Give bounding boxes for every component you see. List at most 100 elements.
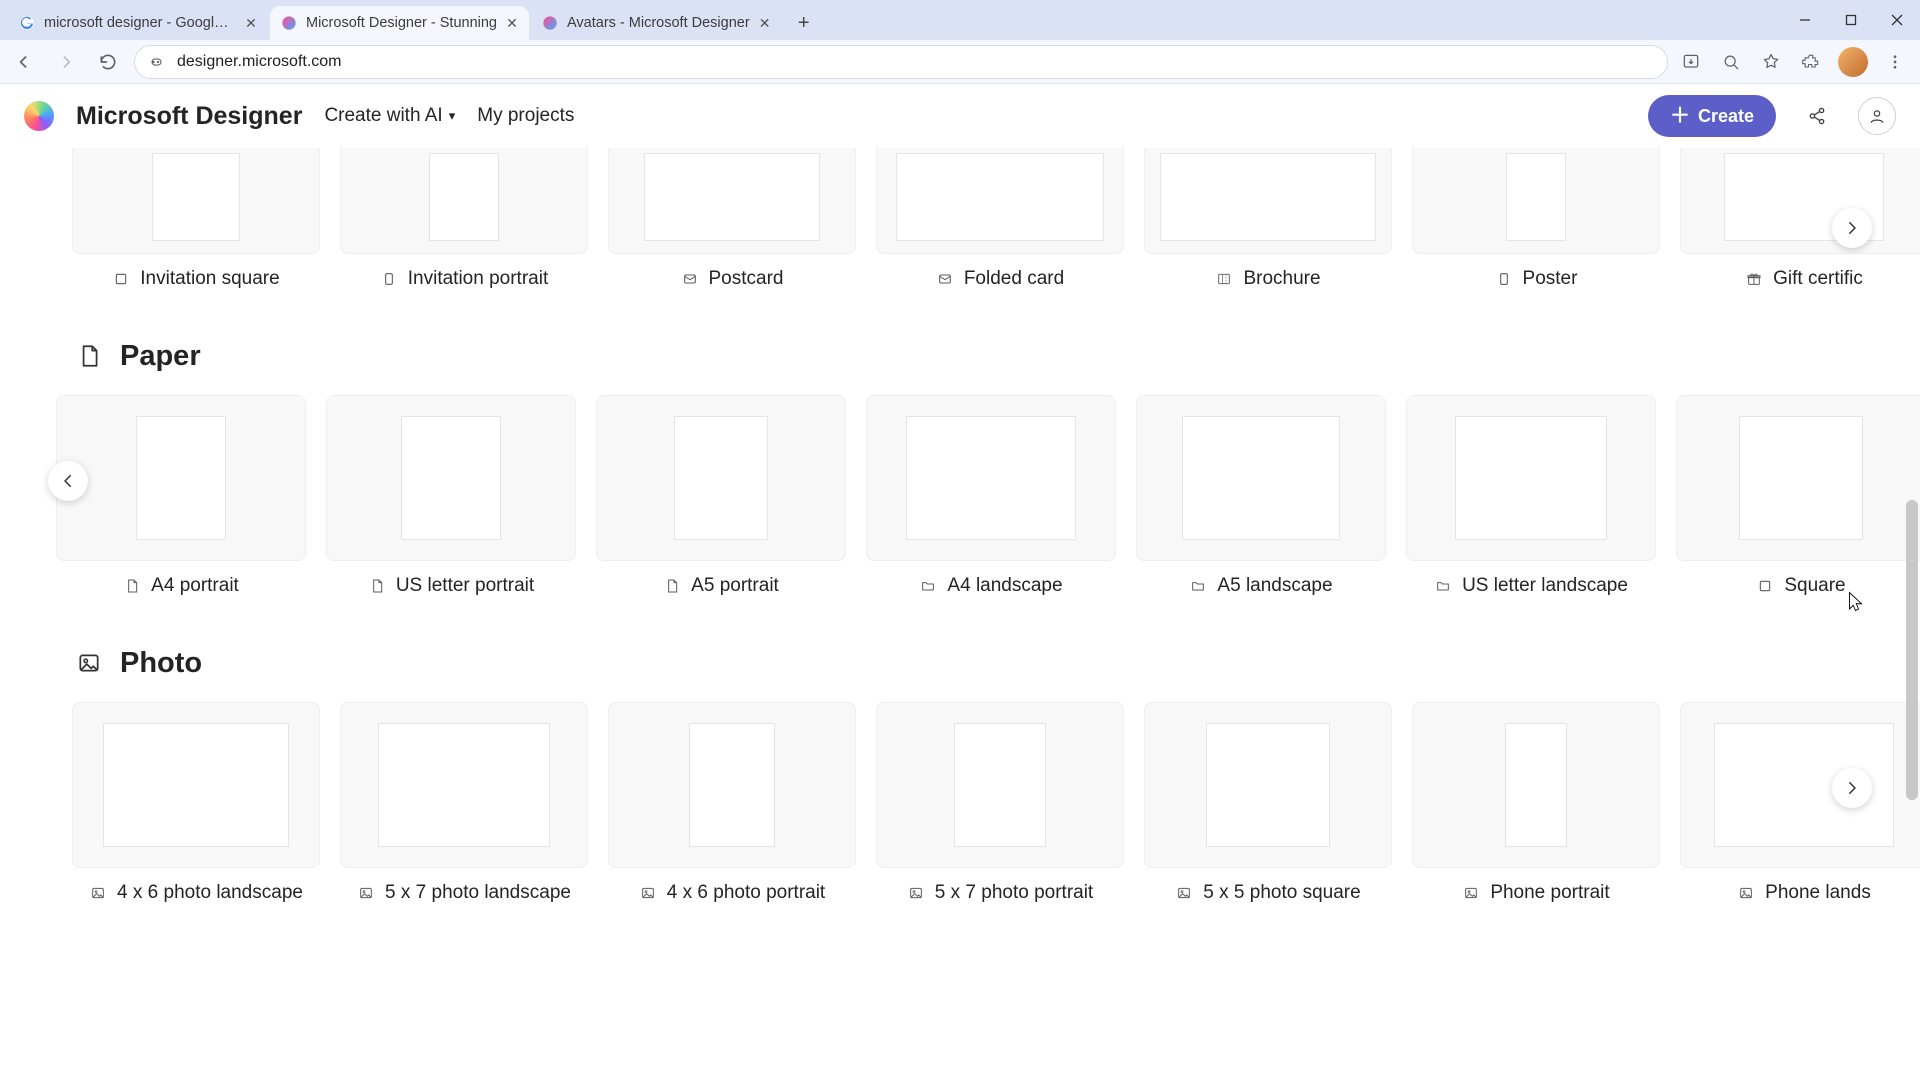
vertical-scrollbar[interactable]	[1906, 170, 1918, 990]
maximize-button[interactable]	[1828, 0, 1874, 40]
brand-name[interactable]: Microsoft Designer	[76, 102, 302, 131]
template-card[interactable]: US letter landscape	[1406, 395, 1656, 597]
new-tab-button[interactable]: +	[790, 9, 818, 37]
minimize-button[interactable]	[1782, 0, 1828, 40]
template-label: US letter portrait	[396, 575, 534, 597]
template-card[interactable]: A4 landscape	[866, 395, 1116, 597]
template-card[interactable]: 4 x 6 photo portrait	[608, 702, 856, 904]
thumbnail-page	[152, 153, 240, 241]
section-title-text: Photo	[120, 647, 202, 680]
template-label: Postcard	[709, 268, 784, 290]
close-icon[interactable]: ✕	[505, 16, 519, 30]
template-thumbnail	[1136, 395, 1386, 561]
thumbnail-page	[378, 723, 550, 847]
bookmark-icon[interactable]	[1758, 49, 1784, 75]
page-icon	[663, 577, 681, 595]
back-button[interactable]	[8, 46, 40, 78]
template-thumbnail	[340, 148, 588, 254]
site-info-icon[interactable]	[149, 53, 167, 71]
portrait-icon	[380, 270, 398, 288]
template-thumbnail	[56, 395, 306, 561]
template-caption: A5 portrait	[596, 575, 846, 597]
create-label: Create	[1698, 106, 1754, 127]
address-bar[interactable]: designer.microsoft.com	[134, 45, 1668, 79]
close-window-button[interactable]	[1874, 0, 1920, 40]
template-caption: 5 x 5 photo square	[1144, 882, 1392, 904]
image-icon	[1737, 884, 1755, 902]
create-button[interactable]: ＋ Create	[1648, 95, 1776, 137]
profile-avatar[interactable]	[1838, 47, 1868, 77]
template-card[interactable]: Square	[1676, 395, 1920, 597]
template-caption: 4 x 6 photo landscape	[72, 882, 320, 904]
thumbnail-page	[1160, 153, 1376, 241]
scrollbar-thumb[interactable]	[1906, 500, 1918, 800]
chrome-menu-icon[interactable]	[1882, 49, 1908, 75]
install-app-icon[interactable]	[1678, 49, 1704, 75]
template-label: 5 x 7 photo landscape	[385, 882, 571, 904]
chevron-down-icon: ▾	[449, 108, 456, 124]
template-thumbnail	[326, 395, 576, 561]
template-card[interactable]: A4 portrait	[56, 395, 306, 597]
template-card[interactable]: Invitation portrait	[340, 148, 588, 290]
portrait-icon	[1495, 270, 1513, 288]
nav-my-projects[interactable]: My projects	[477, 105, 574, 127]
template-caption: Gift certific	[1680, 268, 1920, 290]
template-card[interactable]: Poster	[1412, 148, 1660, 290]
thumbnail-page	[954, 723, 1046, 847]
share-icon[interactable]	[1798, 97, 1836, 135]
template-card[interactable]: Gift certific	[1680, 148, 1920, 290]
section-title-text: Paper	[120, 340, 201, 373]
close-icon[interactable]: ✕	[244, 16, 258, 30]
browser-tab-1[interactable]: Microsoft Designer - Stunning ✕	[270, 6, 529, 40]
template-card[interactable]: 5 x 7 photo landscape	[340, 702, 588, 904]
template-caption: A4 portrait	[56, 575, 306, 597]
template-card[interactable]: Postcard	[608, 148, 856, 290]
template-card[interactable]: Phone lands	[1680, 702, 1920, 904]
template-caption: A4 landscape	[866, 575, 1116, 597]
template-label: Brochure	[1243, 268, 1320, 290]
square-icon	[112, 270, 130, 288]
template-caption: Folded card	[876, 268, 1124, 290]
template-card[interactable]: 5 x 5 photo square	[1144, 702, 1392, 904]
nav-create-with-ai[interactable]: Create with AI ▾	[324, 105, 455, 127]
reload-button[interactable]	[92, 46, 124, 78]
template-card[interactable]: 5 x 7 photo portrait	[876, 702, 1124, 904]
template-card[interactable]: Folded card	[876, 148, 1124, 290]
url-text: designer.microsoft.com	[177, 53, 1653, 71]
app-viewport: Microsoft Designer Create with AI ▾ My p…	[0, 84, 1920, 1080]
browser-tab-2[interactable]: Avatars - Microsoft Designer ✕	[531, 6, 782, 40]
google-favicon	[18, 14, 36, 32]
close-icon[interactable]: ✕	[758, 16, 772, 30]
template-card[interactable]: Invitation square	[72, 148, 320, 290]
gift-icon	[1745, 270, 1763, 288]
template-label: Square	[1784, 575, 1845, 597]
extensions-icon[interactable]	[1798, 49, 1824, 75]
carousel-prev-button[interactable]	[48, 461, 88, 501]
tab-title: Microsoft Designer - Stunning	[306, 15, 497, 31]
zoom-icon[interactable]	[1718, 49, 1744, 75]
template-label: Folded card	[964, 268, 1064, 290]
template-caption: 4 x 6 photo portrait	[608, 882, 856, 904]
carousel-next-button[interactable]	[1832, 768, 1872, 808]
template-card[interactable]: A5 landscape	[1136, 395, 1386, 597]
template-thumbnail	[72, 148, 320, 254]
account-icon[interactable]	[1858, 97, 1896, 135]
template-thumbnail	[1406, 395, 1656, 561]
template-label: US letter landscape	[1462, 575, 1628, 597]
template-caption: Poster	[1412, 268, 1660, 290]
forward-button[interactable]	[50, 46, 82, 78]
template-label: A4 landscape	[947, 575, 1062, 597]
carousel-next-button[interactable]	[1832, 208, 1872, 248]
template-card[interactable]: 4 x 6 photo landscape	[72, 702, 320, 904]
template-label: A5 portrait	[691, 575, 779, 597]
template-thumbnail	[1680, 148, 1920, 254]
template-caption: Postcard	[608, 268, 856, 290]
template-card[interactable]: Phone portrait	[1412, 702, 1660, 904]
designer-logo[interactable]	[24, 101, 54, 131]
template-card[interactable]: US letter portrait	[326, 395, 576, 597]
templates-row-paper: A4 portrait US letter portrait A5 portrait…	[0, 395, 1920, 597]
browser-tab-0[interactable]: microsoft designer - Google Se ✕	[8, 6, 268, 40]
template-card[interactable]: A5 portrait	[596, 395, 846, 597]
template-card[interactable]: Brochure	[1144, 148, 1392, 290]
templates-row-prints: Invitation squareInvitation portrait Post…	[0, 148, 1920, 290]
